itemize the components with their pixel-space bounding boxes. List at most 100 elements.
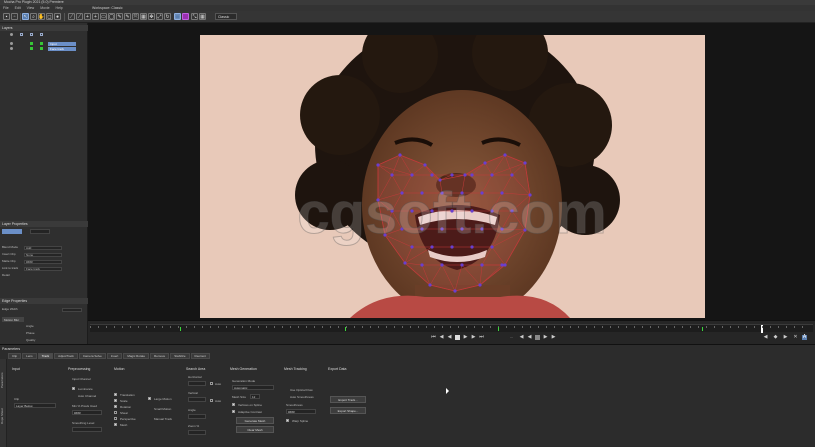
mesh-vertex[interactable]	[376, 198, 380, 202]
track-backward-icon[interactable]: ◀	[519, 335, 524, 340]
tab-track[interactable]: Track	[37, 353, 54, 359]
track-forward-icon[interactable]: ▶	[551, 335, 556, 340]
mesh-vertex[interactable]	[383, 233, 387, 237]
shear-checkbox[interactable]	[114, 411, 117, 414]
lock-icon[interactable]	[30, 33, 33, 36]
edge-width-field[interactable]	[62, 308, 82, 312]
link-to-track-select[interactable]: Face track	[24, 267, 62, 271]
mesh-vertex[interactable]	[430, 245, 434, 249]
angle-field[interactable]	[188, 414, 206, 419]
mesh-vertex[interactable]	[410, 245, 414, 249]
timeline-track[interactable]	[90, 324, 813, 333]
mesh-vertex[interactable]	[523, 161, 527, 165]
mesh-vertex[interactable]	[430, 173, 434, 177]
mesh-vertex[interactable]	[440, 191, 444, 195]
zoom-field[interactable]	[188, 430, 206, 435]
keyframe-next-icon[interactable]: ▶	[783, 335, 788, 340]
mesh-vertex[interactable]	[528, 193, 532, 197]
tab-magic-rotate[interactable]: Magic Rotate	[123, 353, 150, 359]
warp-spline-checkbox[interactable]	[286, 419, 289, 422]
mesh-vertex[interactable]	[478, 283, 482, 287]
box-tool-icon[interactable]: ◻	[46, 13, 53, 20]
track-back-step-icon[interactable]: ◀	[527, 335, 532, 340]
tab-lens[interactable]: Lens	[22, 353, 37, 359]
eye-icon[interactable]	[10, 33, 13, 36]
mesh-vertex[interactable]	[480, 191, 484, 195]
perspective-checkbox[interactable]	[114, 417, 117, 420]
video-frame[interactable]: cgsoft.com	[200, 35, 705, 318]
mesh-vertex[interactable]	[460, 263, 464, 267]
motion-blur-toggle[interactable]: Motion Blur	[2, 317, 24, 322]
horizontal-field[interactable]	[188, 381, 206, 386]
large-motion-radio[interactable]	[148, 397, 151, 400]
viewer-panel[interactable]: cgsoft.com	[88, 23, 815, 320]
export-tracking-button[interactable]: Export Track...	[330, 396, 366, 403]
move-tool-icon[interactable]: ✥	[148, 13, 155, 20]
matte-toggle-icon[interactable]	[40, 42, 43, 45]
out-field[interactable]	[30, 229, 50, 234]
rotation-checkbox[interactable]	[114, 405, 117, 408]
bezier-tool-icon[interactable]: ⟋	[76, 13, 83, 20]
step-forward-icon[interactable]: ▶	[471, 335, 476, 340]
mesh-vertex[interactable]	[500, 263, 504, 267]
mesh-size-field[interactable]: 12	[250, 394, 260, 399]
luminance-radio[interactable]	[72, 387, 75, 390]
smoothness-field[interactable]: ####	[286, 409, 316, 414]
keyframe-marker[interactable]	[345, 327, 346, 331]
eye-icon[interactable]	[10, 47, 13, 50]
select-tool-icon[interactable]: ↖	[22, 13, 29, 20]
stop-track-icon[interactable]	[535, 335, 540, 340]
generate-mesh-button[interactable]: Generate Mesh	[236, 417, 274, 424]
add-bezier-icon[interactable]: +	[92, 13, 99, 20]
mesh-vertex[interactable]	[423, 163, 427, 167]
keyframe-marker[interactable]	[702, 327, 703, 331]
tracking-toggle-icon[interactable]	[30, 47, 33, 50]
keyframe-marker[interactable]	[180, 327, 181, 331]
tab-adjust-track[interactable]: AdjustTrack	[54, 353, 78, 359]
adaptive-contrast-checkbox[interactable]	[232, 410, 235, 413]
keyframe-marker[interactable]	[498, 327, 499, 331]
keyframe-prev-icon[interactable]: ◀	[763, 335, 768, 340]
rotate-tool-icon[interactable]: ↻	[164, 13, 171, 20]
export-shape-button[interactable]: Export Shape...	[330, 407, 366, 414]
mesh-vertex[interactable]	[480, 227, 484, 231]
mesh-vertex[interactable]	[510, 173, 514, 177]
auto-vertical-checkbox[interactable]	[210, 399, 213, 402]
tab-reorient[interactable]: Reorient	[190, 353, 210, 359]
mesh-vertex[interactable]	[440, 227, 444, 231]
timeline[interactable]: ⏮ ◀ ◀ ▶ ▶ ⏭ ⋯ ◀ ◀ ▶ ▶ ◀ ◆ ▶ ✕ A	[88, 320, 815, 344]
lock-icon[interactable]	[40, 33, 43, 36]
fit-view-icon[interactable]: ⤡	[191, 13, 198, 20]
pen-tool-icon[interactable]: ✎	[124, 13, 131, 20]
clear-mesh-button[interactable]: Clear Mesh	[236, 426, 274, 433]
mesh-vertex[interactable]	[376, 163, 380, 167]
min-pixels-field[interactable]: ####	[72, 410, 102, 415]
mesh-vertex[interactable]	[460, 191, 464, 195]
translation-checkbox[interactable]	[114, 393, 117, 396]
clip-select[interactable]: Layer Below	[14, 403, 56, 408]
mesh-checkbox[interactable]	[114, 423, 117, 426]
mesh-vertex[interactable]	[450, 209, 454, 213]
scale-checkbox[interactable]	[114, 399, 117, 402]
tab-clip[interactable]: Clip	[8, 353, 22, 359]
lock-icon[interactable]	[20, 33, 23, 36]
mesh-vertex[interactable]	[428, 283, 432, 287]
mesh-vertex[interactable]	[390, 173, 394, 177]
in-out-field[interactable]	[2, 229, 22, 234]
mesh-vertex[interactable]	[480, 263, 484, 267]
circle-tool-icon[interactable]: ●	[54, 13, 61, 20]
blend-mode-select[interactable]: Add	[24, 246, 62, 250]
mesh-vertex[interactable]	[490, 209, 494, 213]
smoothing-field[interactable]	[72, 427, 102, 432]
mesh-vertex[interactable]	[440, 263, 444, 267]
rect-tool-icon[interactable]: ▭	[100, 13, 107, 20]
mesh-vertex[interactable]	[403, 261, 407, 265]
mesh-vertex[interactable]	[390, 209, 394, 213]
layer-name-input[interactable]: Input	[48, 42, 76, 46]
mesh-vertex[interactable]	[503, 153, 507, 157]
mesh-vertex[interactable]	[470, 245, 474, 249]
mesh-vertex[interactable]	[510, 209, 514, 213]
mesh-vertex[interactable]	[470, 173, 474, 177]
step-back-icon[interactable]: ◀	[439, 335, 444, 340]
mesh-vertex[interactable]	[460, 227, 464, 231]
